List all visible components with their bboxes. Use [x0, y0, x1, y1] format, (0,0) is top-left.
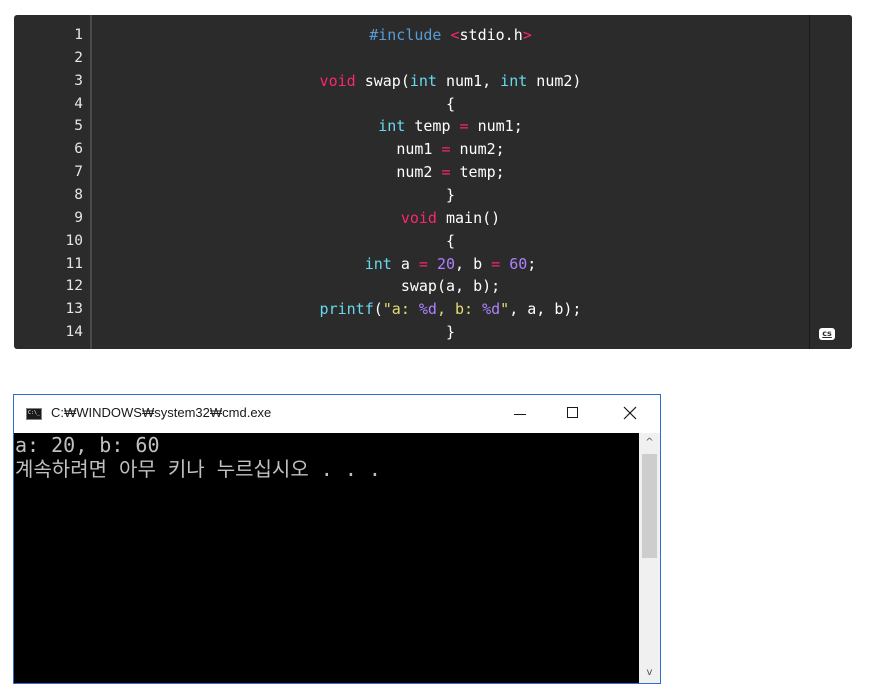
code-token: int	[378, 117, 406, 135]
code-token: int	[500, 72, 528, 90]
cs-language-badge[interactable]: cs	[819, 328, 835, 340]
code-line: }	[92, 322, 809, 342]
code-token: temp	[405, 117, 460, 135]
code-token: void	[400, 209, 437, 227]
code-token: ;	[527, 255, 537, 273]
code-line: num1 = num2;	[92, 139, 809, 159]
cmd-app-icon[interactable]: C:\_	[26, 408, 42, 420]
line-number: 2	[74, 50, 83, 66]
code-area: #include <stdio.h> void swap(int num1, in…	[92, 15, 810, 349]
code-token: a	[391, 255, 419, 273]
console-window: C:\_ C:₩WINDOWS₩system32₩cmd.exe a: 20, …	[13, 394, 661, 684]
code-line: int temp = num1;	[92, 116, 809, 136]
code-line: int a = 20, b = 60;	[92, 254, 809, 274]
scrollbar-thumb[interactable]	[642, 454, 657, 558]
line-number: 11	[65, 256, 83, 272]
code-token: "a:	[382, 300, 419, 318]
code-token: printf	[319, 300, 374, 318]
code-token: temp;	[450, 163, 505, 181]
line-number: 9	[74, 210, 83, 226]
close-button[interactable]	[607, 395, 653, 433]
code-line: printf("a: %d, b: %d", a, b);	[92, 299, 809, 319]
code-line: #include <stdio.h>	[92, 25, 809, 45]
code-token: , b	[455, 255, 492, 273]
cmd-icon-label: C:\_	[28, 410, 41, 416]
code-token: <	[450, 26, 460, 44]
line-number: 4	[74, 96, 83, 112]
code-token: 20	[436, 255, 456, 273]
code-token: int	[364, 255, 392, 273]
maximize-icon	[567, 407, 578, 418]
code-token: , a, b);	[509, 300, 582, 318]
code-token: 60	[509, 255, 528, 273]
minimize-icon	[514, 414, 526, 415]
line-number-gutter: 1 2 3 4 5 6 7 8 9 10 11 12 13 14	[14, 15, 92, 349]
code-side-strip: cs	[810, 15, 852, 349]
window-title: C:₩WINDOWS₩system32₩cmd.exe	[51, 405, 272, 420]
code-token: =	[418, 255, 428, 273]
code-token: %d	[482, 300, 501, 318]
line-number: 7	[74, 164, 83, 180]
close-icon	[623, 406, 637, 420]
code-token: num1	[396, 140, 442, 158]
code-line: void swap(int num1, int num2)	[92, 71, 809, 91]
line-number: 8	[74, 187, 83, 203]
line-number: 13	[65, 301, 83, 317]
scroll-down-arrow-icon[interactable]: v	[639, 663, 660, 683]
line-number: 1	[74, 27, 83, 43]
code-token: void	[319, 72, 356, 90]
code-token: }	[445, 323, 456, 341]
code-token: num1,	[436, 72, 501, 90]
code-token: >	[522, 26, 532, 44]
code-token: (	[373, 300, 383, 318]
code-token: num1;	[468, 117, 523, 135]
code-token: =	[441, 140, 451, 158]
code-token: main()	[436, 209, 501, 227]
console-output-area[interactable]: a: 20, b: 60 계속하려면 아무 키나 누르십시오 . . .	[14, 433, 639, 683]
code-token: "	[500, 300, 510, 318]
maximize-button[interactable]	[550, 395, 596, 433]
console-output-line: a: 20, b: 60	[15, 433, 160, 457]
line-number: 10	[65, 233, 83, 249]
line-number: 14	[65, 324, 83, 340]
code-token: {	[445, 95, 456, 113]
console-output-line: 계속하려면 아무 키나 누르십시오 . . .	[15, 457, 381, 481]
code-token: {	[445, 232, 456, 250]
code-line: {	[92, 231, 809, 251]
code-token: #include	[369, 26, 451, 44]
minimize-button[interactable]	[497, 395, 543, 433]
code-token: =	[491, 255, 501, 273]
code-block: 1 2 3 4 5 6 7 8 9 10 11 12 13 14 #include <stdio.h> vo…	[14, 15, 852, 349]
code-token: num2	[396, 163, 442, 181]
window-titlebar[interactable]: C:\_ C:₩WINDOWS₩system32₩cmd.exe	[14, 395, 660, 433]
code-token: =	[441, 163, 451, 181]
line-number: 5	[74, 118, 83, 134]
line-number: 3	[74, 73, 83, 89]
vertical-scrollbar[interactable]: ^ v	[639, 433, 660, 683]
code-token: %d	[418, 300, 437, 318]
code-token: swap(a, b);	[400, 277, 501, 295]
code-line: num2 = temp;	[92, 162, 809, 182]
code-line: void main()	[92, 208, 809, 228]
code-token: num2)	[527, 72, 582, 90]
code-token: swap(	[355, 72, 410, 90]
code-line: {	[92, 94, 809, 114]
code-token: , b:	[436, 300, 483, 318]
code-token: int	[409, 72, 437, 90]
code-token: num2;	[450, 140, 505, 158]
code-line: swap(a, b);	[92, 276, 809, 296]
code-token: }	[445, 186, 456, 204]
line-number: 12	[65, 278, 83, 294]
code-line: }	[92, 185, 809, 205]
code-token: stdio.h	[459, 26, 523, 44]
code-token: =	[459, 117, 469, 135]
scroll-up-arrow-icon[interactable]: ^	[639, 433, 660, 453]
line-number: 6	[74, 141, 83, 157]
